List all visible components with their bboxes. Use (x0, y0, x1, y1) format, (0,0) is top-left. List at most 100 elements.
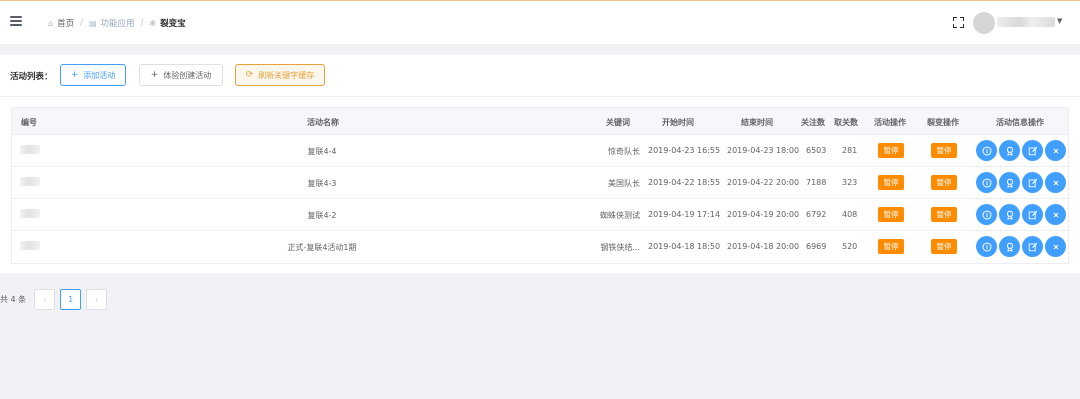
cell-name: 复联4-2 (307, 211, 337, 220)
fission-pause-button[interactable]: 暂停 (931, 207, 957, 222)
close-icon (1051, 146, 1061, 156)
cell-end-time: 2019-04-19 20:00 (727, 210, 800, 219)
table-row: 正式-复联4活动1期 钢铁侠结... 2019-04-18 18:50 2019-04… (12, 231, 1068, 263)
add-activity-label: 添加活动 (83, 70, 116, 80)
header-follow-count: 关注数 (801, 118, 825, 127)
edit-button[interactable] (1022, 236, 1043, 257)
prev-page-button[interactable]: ‹ (34, 288, 56, 310)
breadcrumb-current: ✻ 裂变宝 (149, 17, 186, 30)
activity-pause-button[interactable]: 暂停 (878, 239, 904, 254)
breadcrumb-label: 裂变宝 (160, 19, 186, 29)
toolbar: 活动列表： + 添加活动 + 体验创建活动 ⟳ 刷新关键字缓存 (0, 55, 1080, 97)
gear-icon: ✻ (149, 18, 157, 28)
toolbar-label: 活动列表： (10, 72, 53, 82)
table-header: 编号 活动名称 关键词 开始时间 结束时间 关注数 取关数 活动操作 裂变操作 … (12, 108, 1068, 135)
activity-pause-button[interactable]: 暂停 (878, 207, 904, 222)
trial-create-button[interactable]: + 体验创建活动 (139, 64, 223, 86)
breadcrumb: ⌂ 首页 / ▤ 功能应用 / ✻ 裂变宝 (48, 16, 186, 30)
table-row: 复联4-4 惊奇队长 2019-04-23 16:55 2019-04-23 18:0… (12, 135, 1068, 167)
page-number-button[interactable]: 1 (60, 288, 82, 310)
pagination-total: 共 4 条 (0, 294, 27, 304)
add-activity-button[interactable]: + 添加活动 (60, 64, 126, 86)
activity-pause-button[interactable]: 暂停 (878, 143, 904, 158)
pause-label: 暂停 (883, 178, 899, 187)
fission-pause-button[interactable]: 暂停 (931, 239, 957, 254)
award-button[interactable] (999, 140, 1020, 161)
info-button[interactable] (976, 204, 997, 225)
cell-name: 复联4-4 (307, 147, 337, 156)
breadcrumb-features[interactable]: ▤ 功能应用 (88, 17, 135, 30)
info-button[interactable] (976, 236, 997, 257)
breadcrumb-home[interactable]: ⌂ 首页 (48, 17, 75, 30)
cell-follow-count: 6969 (806, 242, 827, 251)
header-name: 活动名称 (307, 118, 339, 127)
edit-button[interactable] (1022, 172, 1043, 193)
pause-label: 暂停 (883, 210, 899, 219)
activity-pause-button[interactable]: 暂停 (878, 175, 904, 190)
info-button[interactable] (976, 140, 997, 161)
close-button[interactable] (1045, 140, 1066, 161)
info-button[interactable] (976, 172, 997, 193)
info-icon (982, 210, 992, 220)
cell-follow-count: 7188 (806, 178, 827, 187)
chevron-right-icon: › (95, 294, 99, 304)
grid-icon: ▤ (88, 18, 97, 28)
award-button[interactable] (999, 204, 1020, 225)
pause-label: 暂停 (936, 242, 952, 251)
refresh-keyword-cache-button[interactable]: ⟳ 刷新关键字缓存 (235, 64, 325, 86)
edit-icon (1028, 146, 1038, 156)
page-number: 1 (68, 294, 74, 304)
home-icon: ⌂ (48, 18, 54, 28)
cell-end-time: 2019-04-18 20:00 (727, 242, 800, 251)
header-fission-op: 裂变操作 (927, 118, 959, 127)
cell-follow-count: 6503 (806, 146, 827, 155)
edit-icon (1028, 242, 1038, 252)
award-icon (1005, 242, 1015, 252)
edit-button[interactable] (1022, 140, 1043, 161)
fission-pause-button[interactable]: 暂停 (931, 143, 957, 158)
award-button[interactable] (999, 236, 1020, 257)
info-icon (982, 146, 992, 156)
cell-keyword: 美国队长 (608, 179, 640, 188)
top-navbar: ⌂ 首页 / ▤ 功能应用 / ✻ 裂变宝 ▼ (0, 0, 1080, 44)
header-unfollow-count: 取关数 (834, 118, 858, 127)
next-page-button[interactable]: › (86, 288, 108, 310)
header-start-time: 开始时间 (662, 118, 694, 127)
close-icon (1051, 210, 1061, 220)
info-icon (982, 242, 992, 252)
pagination: 共 4 条 ‹ 1 › (0, 288, 112, 310)
breadcrumb-label: 首页 (57, 19, 75, 29)
menu-icon[interactable] (10, 16, 22, 26)
pause-label: 暂停 (883, 146, 899, 155)
cell-name: 正式-复联4活动1期 (287, 243, 357, 252)
pause-label: 暂停 (936, 210, 952, 219)
plus-icon: + (150, 70, 159, 80)
edit-icon (1028, 210, 1038, 220)
cell-follow-count: 6792 (806, 210, 827, 219)
close-icon (1051, 242, 1061, 252)
avatar[interactable] (973, 12, 995, 34)
username-blurred[interactable] (997, 17, 1055, 27)
cell-end-time: 2019-04-22 20:00 (727, 178, 800, 187)
activity-table: 编号 活动名称 关键词 开始时间 结束时间 关注数 取关数 活动操作 裂变操作 … (11, 107, 1069, 264)
cell-keyword: 钢铁侠结... (600, 243, 640, 252)
close-button[interactable] (1045, 204, 1066, 225)
breadcrumb-separator: / (140, 18, 144, 28)
fullscreen-icon[interactable] (953, 17, 964, 28)
award-button[interactable] (999, 172, 1020, 193)
table-row: 复联4-3 美国队长 2019-04-22 18:55 2019-04-22 20:0… (12, 167, 1068, 199)
close-button[interactable] (1045, 172, 1066, 193)
breadcrumb-separator: / (80, 18, 83, 28)
activity-list-card: 活动列表： + 添加活动 + 体验创建活动 ⟳ 刷新关键字缓存 编号 活动名称 … (0, 55, 1080, 273)
fission-pause-button[interactable]: 暂停 (931, 175, 957, 190)
edit-button[interactable] (1022, 204, 1043, 225)
plus-icon: + (70, 70, 79, 80)
pause-label: 暂停 (936, 178, 952, 187)
header-activity-op: 活动操作 (874, 118, 906, 127)
cell-start-time: 2019-04-23 16:55 (648, 146, 721, 155)
cell-unfollow-count: 323 (842, 178, 858, 187)
close-button[interactable] (1045, 236, 1066, 257)
chevron-down-icon[interactable]: ▼ (1057, 17, 1062, 25)
header-end-time: 结束时间 (741, 118, 773, 127)
cell-keyword: 惊奇队长 (608, 147, 640, 156)
